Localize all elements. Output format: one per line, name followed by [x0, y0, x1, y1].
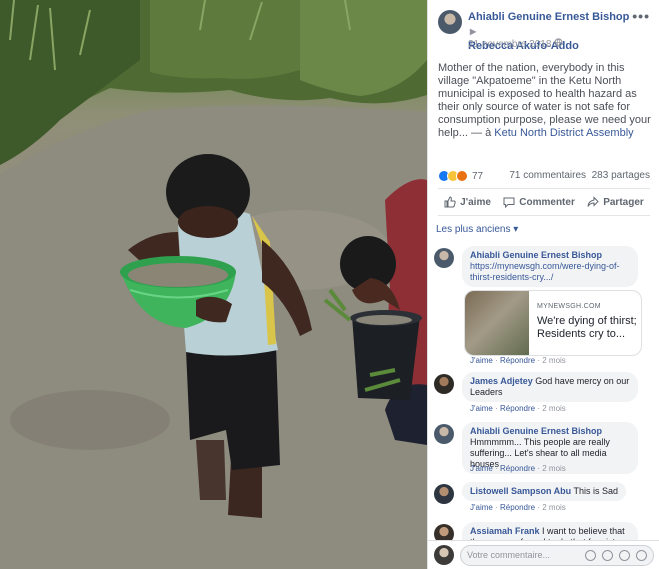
- commenter-avatar[interactable]: [434, 424, 454, 444]
- comment-time[interactable]: 2 mois: [542, 503, 566, 512]
- comment-meta: J'aime · Répondre · 2 mois: [470, 356, 566, 365]
- author-avatar[interactable]: [438, 10, 462, 34]
- camera-icon[interactable]: [602, 550, 613, 561]
- commenter-avatar[interactable]: [434, 524, 454, 540]
- reactions-count: 77: [472, 170, 484, 182]
- comment-meta: J'aime · Répondre · 2 mois: [470, 404, 566, 413]
- like-button-label: J'aime: [460, 196, 491, 208]
- engagement-counts: 71 commentaires 283 partages: [509, 170, 650, 181]
- comments-sort-dropdown[interactable]: Les plus anciens ▾: [436, 224, 518, 235]
- comment-author[interactable]: Ahiabli Genuine Ernest Bishop: [470, 426, 602, 436]
- share-button[interactable]: Partager: [587, 196, 644, 208]
- comment-author[interactable]: James Adjetey: [470, 376, 533, 386]
- photo-scene: [0, 0, 427, 569]
- reactions-summary[interactable]: 77: [438, 170, 483, 182]
- comments-list: Ahiabli Genuine Ernest Bishop https://my…: [428, 244, 659, 540]
- current-user-avatar: [434, 545, 454, 565]
- comment-composer: [428, 540, 659, 569]
- comment-author[interactable]: Ahiabli Genuine Ernest Bishop: [470, 250, 602, 260]
- comment-time[interactable]: 2 mois: [542, 404, 566, 413]
- angry-reaction-icon: [456, 170, 468, 182]
- comment-author[interactable]: Assiamah Frank: [470, 526, 540, 536]
- comment-like-link[interactable]: J'aime: [470, 503, 493, 512]
- link-preview-thumbnail: [465, 291, 529, 355]
- comment-bubble: Assiamah Frank I want to believe that th…: [462, 522, 638, 540]
- sticker-icon[interactable]: [636, 550, 647, 561]
- commenter-avatar[interactable]: [434, 484, 454, 504]
- link-preview-title: We're dying of thirst; Residents cry to.…: [537, 315, 637, 340]
- comment-bubble: Ahiabli Genuine Ernest Bishop https://my…: [462, 246, 638, 287]
- comment-like-link[interactable]: J'aime: [470, 404, 493, 413]
- commenter-avatar[interactable]: [434, 248, 454, 268]
- comment-like-link[interactable]: J'aime: [470, 356, 493, 365]
- post-text: Mother of the nation, everybody in this …: [438, 62, 652, 140]
- comment-reply-link[interactable]: Répondre: [500, 503, 535, 512]
- comment-bubble: James Adjetey God have mercy on our Lead…: [462, 372, 638, 402]
- comment-reply-link[interactable]: Répondre: [500, 356, 535, 365]
- share-button-label: Partager: [603, 196, 644, 208]
- comment-bubble-icon: [503, 197, 515, 208]
- commenter-avatar[interactable]: [434, 374, 454, 394]
- arrow-right-icon: ▶: [470, 27, 477, 36]
- comment-link[interactable]: https://mynewsgh.com/were-dying-of-thirs…: [470, 261, 620, 282]
- share-arrow-icon: [587, 196, 599, 207]
- link-preview-site: MYNEWSGH.COM: [537, 303, 601, 310]
- post-author-name[interactable]: Ahiabli Genuine Ernest Bishop: [468, 11, 629, 23]
- link-preview-card[interactable]: MYNEWSGH.COM We're dying of thirst; Resi…: [464, 290, 642, 356]
- post-photo[interactable]: [0, 0, 427, 569]
- post-sidebar: Ahiabli Genuine Ernest Bishop ▶ Rebecca …: [427, 0, 659, 569]
- gif-icon[interactable]: [619, 550, 630, 561]
- post-stats: 77 71 commentaires 283 partages: [438, 169, 650, 185]
- post-date-row: 21 novembre 2018: [468, 38, 563, 50]
- comments-count[interactable]: 71 commentaires: [509, 170, 586, 181]
- comment-like-link[interactable]: J'aime: [470, 464, 493, 473]
- like-button[interactable]: J'aime: [444, 196, 491, 208]
- comment-text: This is Sad: [573, 486, 619, 496]
- comment-time[interactable]: 2 mois: [542, 356, 566, 365]
- comment-time[interactable]: 2 mois: [542, 464, 566, 473]
- post-date[interactable]: 21 novembre 2018: [468, 39, 551, 50]
- location-tag[interactable]: Ketu North District Assembly: [494, 127, 633, 139]
- more-options-icon[interactable]: •••: [632, 8, 650, 24]
- comment-button-label: Commenter: [519, 196, 575, 208]
- comment-input[interactable]: [467, 550, 577, 560]
- comment-meta: J'aime · Répondre · 2 mois: [470, 464, 566, 473]
- thumbs-up-icon: [444, 196, 456, 208]
- comment-bubble: Listowell Sampson Abu This is Sad: [462, 482, 627, 501]
- post-header: Ahiabli Genuine Ernest Bishop ▶ Rebecca …: [438, 8, 650, 52]
- shares-count[interactable]: 283 partages: [592, 170, 650, 181]
- emoji-icon[interactable]: [585, 550, 596, 561]
- comment-author[interactable]: Listowell Sampson Abu: [470, 486, 571, 496]
- comment-meta: J'aime · Répondre · 2 mois: [470, 503, 566, 512]
- globe-icon: [554, 38, 563, 50]
- composer-icons: [585, 550, 647, 561]
- comment-button[interactable]: Commenter: [503, 196, 575, 208]
- post-actions: J'aime Commenter Partager: [438, 188, 650, 216]
- comment-input-box[interactable]: [460, 545, 654, 566]
- comment-reply-link[interactable]: Répondre: [500, 404, 535, 413]
- comment-reply-link[interactable]: Répondre: [500, 464, 535, 473]
